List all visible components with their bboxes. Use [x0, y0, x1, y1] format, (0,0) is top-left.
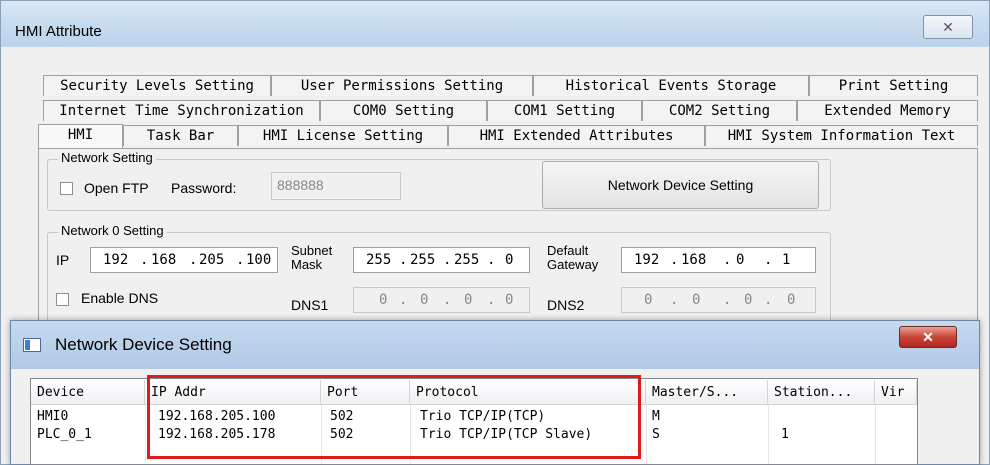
open-ftp-label: Open FTP — [84, 180, 149, 196]
dns1-label: DNS1 — [291, 297, 329, 313]
subnet-octet-2: 255 — [410, 252, 436, 268]
dialog-close-button[interactable]: ✕ — [899, 326, 957, 348]
password-value: 888888 — [277, 177, 324, 193]
highlight-box — [147, 375, 641, 459]
column-header-station[interactable]: Station... — [768, 380, 875, 405]
dns1-field[interactable]: 0 . 0 . 0 . 0 — [353, 287, 530, 313]
tab-row-3: HMI Task Bar HMI License Setting HMI Ext… — [38, 124, 978, 148]
enable-dns-checkbox[interactable] — [56, 293, 69, 306]
close-button[interactable]: ✕ — [923, 15, 973, 39]
window-app-icon — [23, 338, 41, 352]
tab-row-2: Internet Time Synchronization COM0 Setti… — [43, 100, 978, 122]
close-x-icon: ✕ — [942, 19, 954, 35]
table-row-2-master-slave: S — [652, 427, 660, 442]
default-gateway-field[interactable]: 192 . 168 . 0 . 1 — [621, 247, 816, 273]
gateway-octet-3: 0 — [736, 252, 745, 268]
window-title: HMI Attribute — [15, 23, 102, 40]
tab-security-levels[interactable]: Security Levels Setting — [43, 75, 271, 96]
gateway-label: Default Gateway — [547, 243, 599, 272]
tab-row-1: Security Levels Setting User Permissions… — [43, 75, 978, 97]
close-x-icon: ✕ — [922, 329, 934, 345]
network-device-setting-button[interactable]: Network Device Setting — [542, 161, 819, 209]
tab-task-bar[interactable]: Task Bar — [123, 125, 238, 146]
column-header-device[interactable]: Device — [31, 380, 145, 405]
subnet-label: Subnet Mask — [291, 243, 333, 272]
dns2-label: DNS2 — [547, 297, 585, 313]
ip-label: IP — [56, 252, 70, 268]
network-setting-legend: Network Setting — [58, 150, 156, 165]
tab-hmi[interactable]: HMI — [38, 124, 123, 148]
password-label: Password: — [171, 180, 237, 196]
column-header-master-slave[interactable]: Master/S... — [646, 380, 768, 405]
column-header-vir[interactable]: Vir — [875, 380, 917, 405]
tab-hmi-system-info-text[interactable]: HMI System Information Text — [705, 125, 978, 146]
ip-octet-2: 168 — [151, 252, 177, 268]
table-row-1-station — [768, 408, 875, 425]
subnet-octet-3: 255 — [454, 252, 480, 268]
gateway-octet-4: 1 — [782, 252, 791, 268]
ip-octet-3: 205 — [199, 252, 225, 268]
title-bar[interactable]: HMI Attribute ✕ — [1, 1, 989, 47]
table-row-1-device[interactable]: HMI0 — [31, 408, 145, 425]
tab-historical-events[interactable]: Historical Events Storage — [533, 75, 809, 96]
dialog-title: Network Device Setting — [55, 335, 232, 354]
dns2-field[interactable]: 0 . 0 . 0 . 0 — [621, 287, 816, 313]
network0-setting-legend: Network 0 Setting — [58, 223, 167, 238]
table-row-1-master-slave: M — [652, 409, 660, 424]
ip-octet-1: 192 — [103, 252, 129, 268]
subnet-octet-1: 255 — [366, 252, 392, 268]
password-field[interactable]: 888888 — [271, 172, 401, 200]
tab-com0-setting[interactable]: COM0 Setting — [320, 100, 487, 121]
tab-extended-memory[interactable]: Extended Memory — [797, 100, 978, 121]
tab-hmi-extended-attributes[interactable]: HMI Extended Attributes — [448, 125, 705, 146]
gateway-octet-1: 192 — [634, 252, 660, 268]
tab-print-setting[interactable]: Print Setting — [809, 75, 978, 96]
subnet-octet-4: 0 — [505, 252, 514, 268]
ip-octet-4: 100 — [246, 252, 272, 268]
tab-internet-time-sync[interactable]: Internet Time Synchronization — [43, 100, 320, 121]
ip-address-field[interactable]: 192 . 168 . 205 . 100 — [90, 247, 278, 273]
enable-dns-label: Enable DNS — [81, 290, 159, 306]
tab-user-permissions[interactable]: User Permissions Setting — [271, 75, 533, 96]
tab-hmi-license[interactable]: HMI License Setting — [238, 125, 448, 146]
table-row-2-station: 1 — [781, 427, 789, 442]
open-ftp-checkbox[interactable] — [60, 182, 73, 195]
dialog-title-bar[interactable]: Network Device Setting ✕ — [11, 321, 979, 369]
tab-com1-setting[interactable]: COM1 Setting — [487, 100, 642, 121]
table-row-2-device[interactable]: PLC_0_1 — [31, 426, 145, 443]
subnet-mask-field[interactable]: 255 . 255 . 255 . 0 — [353, 247, 530, 273]
gateway-octet-2: 168 — [681, 252, 707, 268]
tab-com2-setting[interactable]: COM2 Setting — [642, 100, 797, 121]
